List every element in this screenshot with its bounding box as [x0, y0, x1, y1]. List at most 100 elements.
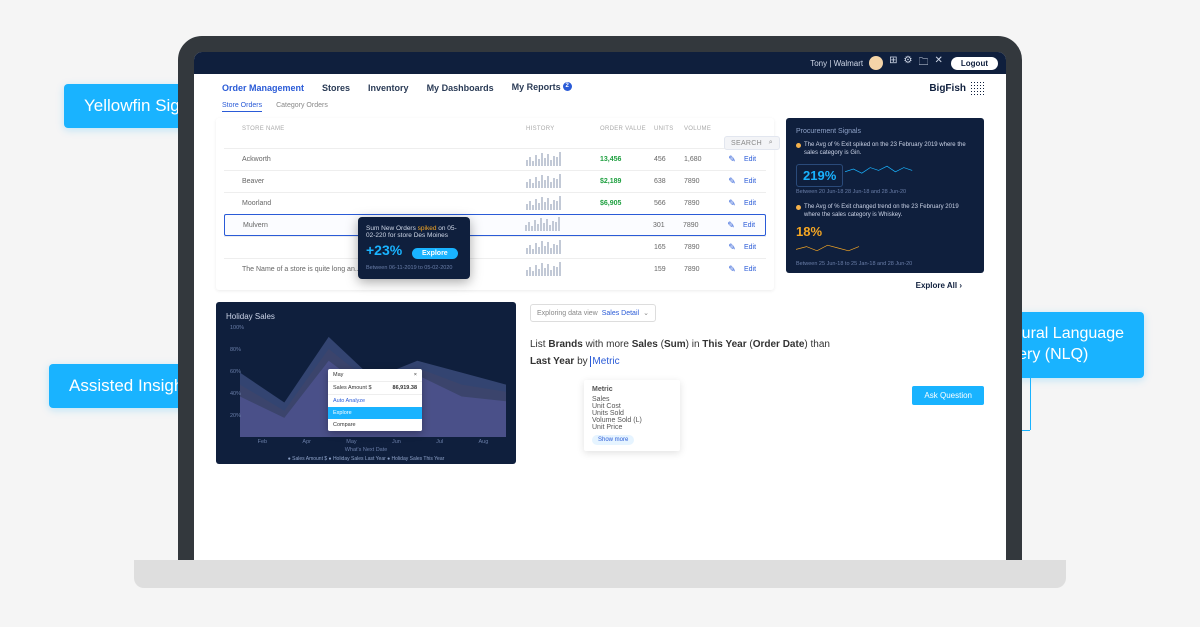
edit-link[interactable]: Edit: [744, 244, 766, 251]
search-icon: ⌕: [769, 139, 773, 147]
units: 165: [654, 244, 680, 251]
chevron-down-icon: ⌄: [643, 309, 649, 317]
signal-percent: 18%: [796, 224, 974, 239]
sparkline-icon: [526, 154, 596, 166]
nlq-panel: Exploring data view Sales Detail ⌄ List …: [530, 302, 984, 464]
tab-store-orders[interactable]: Store Orders: [222, 102, 262, 112]
search-input[interactable]: Search⌕: [724, 136, 780, 150]
nav-inventory[interactable]: Inventory: [368, 83, 409, 93]
nlq-metric-dropdown[interactable]: Metric Sales Unit Cost Units Sold Volume…: [584, 380, 680, 451]
metric-option[interactable]: Unit Price: [592, 424, 672, 431]
explore-all-link[interactable]: Explore All ›: [786, 273, 984, 290]
edit-link[interactable]: Edit: [744, 266, 766, 273]
store-name: Moorland: [242, 200, 522, 207]
units: 456: [654, 156, 680, 163]
laptop-base: [134, 560, 1066, 588]
signal-item[interactable]: The Avg of % Exit changed trend on the 2…: [796, 203, 974, 220]
volume: 7890: [684, 178, 720, 185]
sparkline-icon: [526, 242, 596, 254]
folder-icon[interactable]: 🗀: [919, 55, 929, 72]
tab-category-orders[interactable]: Category Orders: [276, 102, 328, 112]
table-row[interactable]: Moorland $6,905 566 7890 ✎ Edit: [224, 192, 766, 214]
explore-option[interactable]: Explore: [328, 407, 422, 419]
volume: 7890: [684, 266, 720, 273]
laptop-screen: Tony | Walmart ⊞ ⚙ 🗀 ✕ Logout Order Mana…: [178, 36, 1022, 586]
close-icon[interactable]: ×: [414, 372, 417, 378]
signal-sparkline-icon: [845, 162, 915, 176]
nav-my-dashboards[interactable]: My Dashboards: [427, 83, 494, 93]
store-name: Ackworth: [242, 156, 522, 163]
sparkline-icon: [526, 198, 596, 210]
ask-question-button[interactable]: Ask Question: [912, 386, 984, 405]
table-row[interactable]: Ackworth 13,456 456 1,680 ✎ Edit: [224, 148, 766, 170]
auto-analyze-option[interactable]: Auto Analyze: [328, 395, 422, 407]
nlq-dataview-select[interactable]: Exploring data view Sales Detail ⌄: [530, 304, 656, 322]
signal-item[interactable]: The Avg of % Exit spiked on the 23 Febru…: [796, 141, 974, 158]
avatar[interactable]: [869, 56, 883, 70]
order-value: $6,905: [600, 200, 650, 207]
edit-link[interactable]: Edit: [744, 156, 766, 163]
signal-sparkline-icon: [796, 241, 866, 255]
table-row[interactable]: The Name of a store is quite long an...1…: [224, 258, 766, 280]
volume: 7890: [684, 244, 720, 251]
insight-tooltip: Sum New Orders spiked on 05-02-220 for s…: [358, 217, 470, 279]
compare-option[interactable]: Compare: [328, 419, 422, 431]
brand-icon: [970, 81, 984, 95]
chart-tooltip: May× Sales Amount $86,919.38 Auto Analyz…: [328, 369, 422, 431]
col-history: HISTORY: [526, 126, 596, 132]
units: 301: [653, 222, 679, 229]
user-label: Tony | Walmart: [810, 59, 863, 68]
sparkline-icon: [526, 176, 596, 188]
edit-icon[interactable]: ✎: [724, 176, 740, 187]
edit-icon[interactable]: ✎: [724, 154, 740, 165]
col-units: UNITS: [654, 126, 680, 132]
metric-option[interactable]: Unit Cost: [592, 403, 672, 410]
volume: 7890: [683, 222, 719, 229]
grid-icon[interactable]: ⊞: [889, 55, 897, 72]
col-store-name: STORE NAME: [242, 126, 522, 132]
table-row[interactable]: Beaver $2,189 638 7890 ✎ Edit: [224, 170, 766, 192]
table-row[interactable]: Mulvern3017890✎Edit: [224, 214, 766, 236]
brand-logo: BigFish: [929, 81, 984, 95]
volume: 1,680: [684, 156, 720, 163]
nav-order-management[interactable]: Order Management: [222, 83, 304, 93]
units: 638: [654, 178, 680, 185]
col-order-value: ORDER VALUE: [600, 126, 650, 132]
holiday-sales-chart: Holiday Sales 100%80%60%40%20% May× Sale…: [216, 302, 516, 464]
edit-icon[interactable]: ✎: [724, 198, 740, 209]
edit-link[interactable]: Edit: [743, 222, 765, 229]
signals-panel: Procurement Signals The Avg of % Exit sp…: [786, 118, 984, 273]
table-row[interactable]: 165 7890 ✎ Edit: [224, 236, 766, 258]
nav-my-reports[interactable]: My Reports2: [512, 82, 572, 94]
app-header: Tony | Walmart ⊞ ⚙ 🗀 ✕ Logout: [194, 52, 1006, 74]
signal-percent: 219%: [796, 164, 843, 187]
orders-table: STORE NAME HISTORY ORDER VALUE UNITS VOL…: [216, 118, 774, 290]
sparkline-icon: [525, 219, 595, 231]
nav-stores[interactable]: Stores: [322, 83, 350, 93]
order-value: 13,456: [600, 156, 650, 163]
reports-badge: 2: [563, 82, 572, 91]
gear-icon[interactable]: ⚙: [904, 55, 913, 72]
metric-option[interactable]: Units Sold: [592, 410, 672, 417]
edit-icon[interactable]: ✎: [724, 242, 740, 253]
edit-icon[interactable]: ✎: [724, 264, 740, 275]
sparkline-icon: [526, 264, 596, 276]
main-nav: Order Management Stores Inventory My Das…: [194, 74, 1006, 102]
logout-button[interactable]: Logout: [951, 57, 998, 70]
show-more-button[interactable]: Show more: [592, 435, 634, 445]
explore-button[interactable]: Explore: [412, 248, 458, 259]
metric-option[interactable]: Sales: [592, 396, 672, 403]
metric-option[interactable]: Volume Sold (L): [592, 417, 672, 424]
nlq-input[interactable]: List Brands with more Sales (Sum) in Thi…: [530, 336, 984, 370]
units: 159: [654, 266, 680, 273]
store-name: Beaver: [242, 178, 522, 185]
edit-icon[interactable]: ✎: [723, 220, 739, 231]
tools-icon[interactable]: ✕: [935, 55, 943, 72]
edit-link[interactable]: Edit: [744, 200, 766, 207]
order-value: $2,189: [600, 178, 650, 185]
insight-percent: +23%: [366, 242, 402, 258]
volume: 7890: [684, 200, 720, 207]
col-volume: VOLUME: [684, 126, 720, 132]
units: 566: [654, 200, 680, 207]
edit-link[interactable]: Edit: [744, 178, 766, 185]
